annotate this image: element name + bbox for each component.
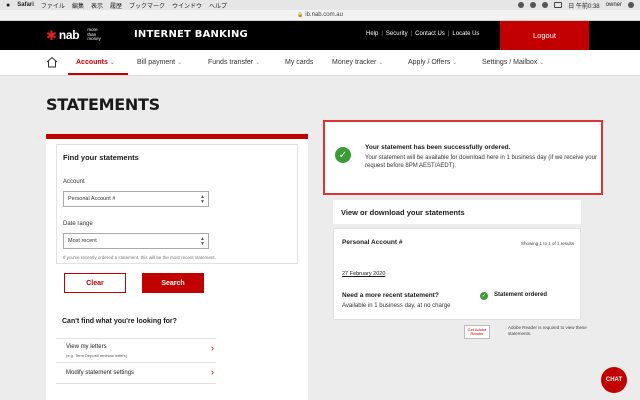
statement-ordered-status: Statement ordered: [494, 292, 548, 298]
cant-find-heading: Can't find what you're looking for?: [62, 318, 177, 325]
find-title: Find your statements: [63, 153, 139, 162]
chevron-right-icon: ›: [211, 343, 214, 353]
clock[interactable]: 日 午前0:38: [568, 1, 599, 10]
chevron-right-icon: ›: [211, 367, 214, 377]
address-bar[interactable]: 🔒 ib.nab.com.au: [0, 10, 640, 21]
apple-icon[interactable]: ●: [6, 2, 10, 9]
status-icon[interactable]: [530, 2, 537, 8]
menu-file[interactable]: ファイル: [41, 1, 65, 10]
main-nav: Accounts ⌄ Bill payment ⌄ Funds transfer ⌄ …: [0, 50, 640, 76]
divider: |: [447, 31, 450, 37]
success-title: Your statement has been successfully ord…: [365, 144, 511, 151]
battery-icon[interactable]: [554, 2, 563, 8]
menu-edit[interactable]: 編集: [72, 1, 84, 10]
status-icon[interactable]: [542, 2, 549, 8]
statement-date-link[interactable]: 27 February 2020: [342, 271, 385, 277]
statement-card: Personal Account # Showing 1 to 1 of 1 r…: [333, 228, 581, 320]
account-select[interactable]: Personal Account # ▲ ▼: [63, 191, 209, 207]
menu-window[interactable]: ウインドウ: [172, 1, 202, 10]
status-icon[interactable]: [518, 2, 525, 8]
site-header: ✱ nab more than money INTERNET BANKING H…: [0, 21, 640, 50]
search-icon[interactable]: [628, 2, 634, 8]
select-arrows-icon: ▲ ▼: [200, 194, 205, 205]
date-range-hint: If you've recently ordered a statement, …: [63, 255, 216, 260]
date-range-select[interactable]: Most recent ▲ ▼: [63, 233, 209, 249]
view-download-heading: View or download your statements: [333, 200, 581, 224]
search-button[interactable]: Search: [142, 273, 204, 293]
results-count: Showing 1 to 1 of 1 results: [520, 241, 574, 246]
internet-banking-title: INTERNET BANKING: [134, 29, 248, 40]
contact-us-link[interactable]: Contact Us: [415, 31, 445, 37]
top-links: Help | Security | Contact Us | Locate Us: [366, 31, 479, 37]
menu-bookmarks[interactable]: ブックマーク: [129, 1, 165, 10]
nav-money-tracker[interactable]: Money tracker ⌄: [332, 59, 383, 66]
adobe-reader-badge[interactable]: Get Adobe Reader: [464, 325, 490, 339]
nav-settings-mailbox[interactable]: Settings / Mailbox ⌄: [482, 59, 544, 66]
nav-my-cards[interactable]: My cards: [285, 59, 313, 66]
account-name: Personal Account #: [342, 239, 403, 246]
app-menu[interactable]: Safari: [17, 2, 34, 8]
nab-logo[interactable]: ✱ nab more than money: [46, 28, 105, 42]
nav-accounts[interactable]: Accounts ⌄: [76, 59, 115, 66]
divider: |: [381, 31, 383, 37]
lock-icon: 🔒: [297, 12, 304, 18]
page-title: STATEMENTS: [46, 95, 160, 114]
active-tab-indicator: [68, 73, 128, 75]
date-range-label: Date range: [63, 221, 93, 227]
menu-help[interactable]: ヘルプ: [209, 1, 227, 10]
user-name[interactable]: owner: [606, 2, 622, 8]
check-icon: ✓: [335, 147, 351, 163]
clear-button[interactable]: Clear: [64, 273, 126, 293]
account-label: Account: [63, 179, 85, 185]
panel-accent: [46, 134, 308, 139]
find-form: Find your statements Account Personal Ac…: [56, 144, 298, 264]
success-body: Your statement will be available for dow…: [365, 155, 597, 169]
help-link[interactable]: Help: [366, 31, 378, 37]
find-statements-panel: Find your statements Account Personal Ac…: [46, 134, 308, 400]
view-letters-link[interactable]: View my letters (e.g. Term Deposit renew…: [56, 338, 216, 362]
menu-history[interactable]: 履歴: [110, 1, 122, 10]
logout-button[interactable]: Logout: [500, 21, 589, 50]
modify-settings-link[interactable]: Modify statement settings ›: [56, 362, 216, 384]
star-icon: ✱: [46, 27, 57, 43]
check-icon: ✓: [480, 292, 488, 300]
security-link[interactable]: Security: [386, 31, 408, 37]
mac-menu-bar: ● Safari ファイル 編集 表示 履歴 ブックマーク ウインドウ ヘルプ …: [0, 0, 640, 10]
url-text: ib.nab.com.au: [305, 12, 343, 18]
locate-us-link[interactable]: Locate Us: [452, 31, 479, 37]
select-arrows-icon: ▲ ▼: [200, 236, 205, 247]
nav-funds-transfer[interactable]: Funds transfer ⌄: [208, 59, 260, 66]
nav-bill-payment[interactable]: Bill payment ⌄: [137, 59, 182, 66]
chat-button[interactable]: CHAT: [601, 367, 627, 393]
menu-view[interactable]: 表示: [91, 1, 103, 10]
home-icon[interactable]: [46, 56, 58, 68]
adobe-reader-note: Adobe Reader is required to view these s…: [508, 325, 587, 336]
divider: |: [410, 31, 413, 37]
nav-apply-offers[interactable]: Apply / Offers ⌄: [408, 59, 457, 66]
success-message: ✓ Your statement has been successfully o…: [323, 120, 603, 195]
need-recent-body: Available in 1 business day, at no charg…: [342, 303, 451, 309]
need-recent-title: Need a more recent statement?: [342, 292, 439, 299]
